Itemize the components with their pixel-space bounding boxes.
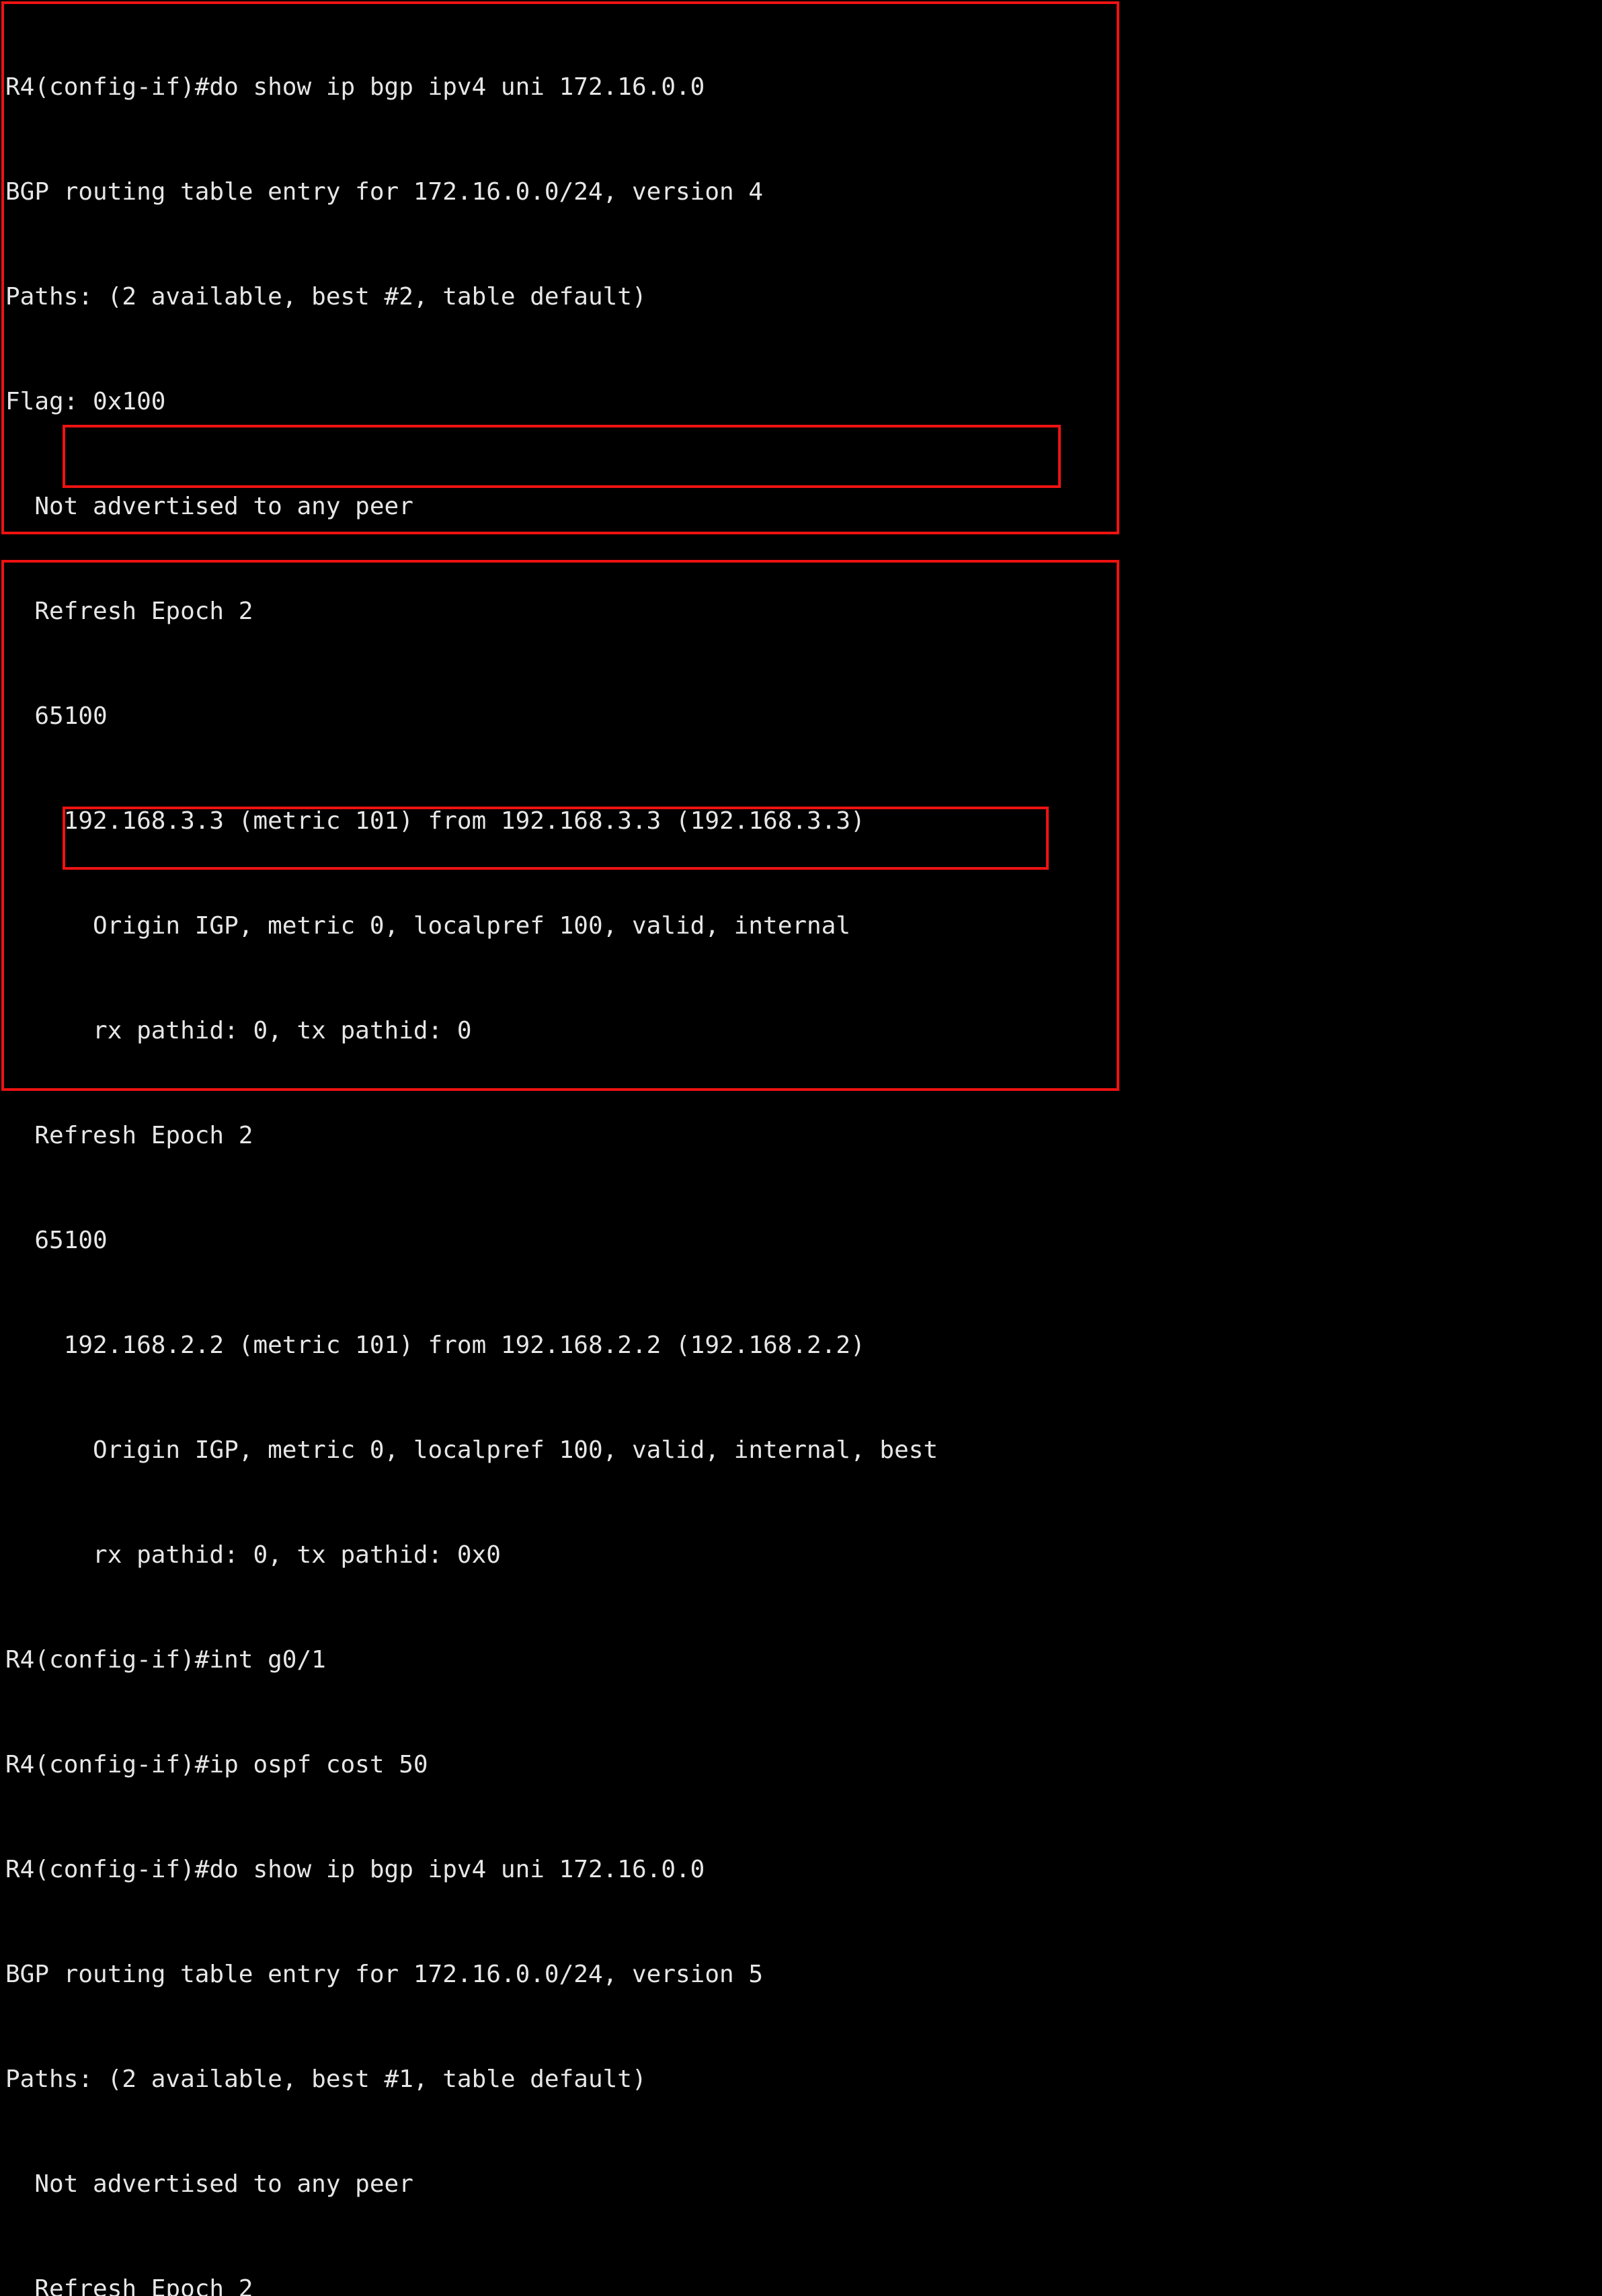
terminal-line: Paths: (2 available, best #1, table defa… xyxy=(5,2065,647,2093)
terminal-line: Origin IGP, metric 0, localpref 100, val… xyxy=(5,912,851,940)
terminal-line: Refresh Epoch 2 xyxy=(5,598,253,625)
terminal-line: Not advertised to any peer xyxy=(5,493,413,520)
terminal-line: rx pathid: 0, tx pathid: 0 xyxy=(5,1017,472,1044)
terminal-line: R4(config-if)#ip ospf cost 50 xyxy=(5,1751,428,1778)
terminal-line: 65100 xyxy=(5,702,108,730)
terminal-screen[interactable]: R4(config-if)#do show ip bgp ipv4 uni 17… xyxy=(0,0,1602,2296)
terminal-line: R4(config-if)#do show ip bgp ipv4 uni 17… xyxy=(5,1856,705,1883)
terminal-output: R4(config-if)#do show ip bgp ipv4 uni 17… xyxy=(5,0,1599,2296)
terminal-line: 65100 xyxy=(5,1227,108,1254)
terminal-line: Refresh Epoch 2 xyxy=(5,1122,253,1149)
terminal-line: Refresh Epoch 2 xyxy=(5,2275,253,2296)
terminal-line: Paths: (2 available, best #2, table defa… xyxy=(5,283,647,311)
terminal-line: Flag: 0x100 xyxy=(5,388,166,415)
terminal-line: R4(config-if)#int g0/1 xyxy=(5,1646,326,1674)
terminal-line: Not advertised to any peer xyxy=(5,2170,413,2198)
terminal-line: 192.168.3.3 (metric 101) from 192.168.3.… xyxy=(5,807,865,835)
terminal-line: rx pathid: 0, tx pathid: 0x0 xyxy=(5,1541,501,1569)
terminal-line: Origin IGP, metric 0, localpref 100, val… xyxy=(5,1436,938,1464)
terminal-line: R4(config-if)#do show ip bgp ipv4 uni 17… xyxy=(5,73,705,101)
terminal-line: BGP routing table entry for 172.16.0.0/2… xyxy=(5,1961,764,1988)
terminal-line: 192.168.2.2 (metric 101) from 192.168.2.… xyxy=(5,1331,865,1359)
terminal-line: BGP routing table entry for 172.16.0.0/2… xyxy=(5,178,764,206)
